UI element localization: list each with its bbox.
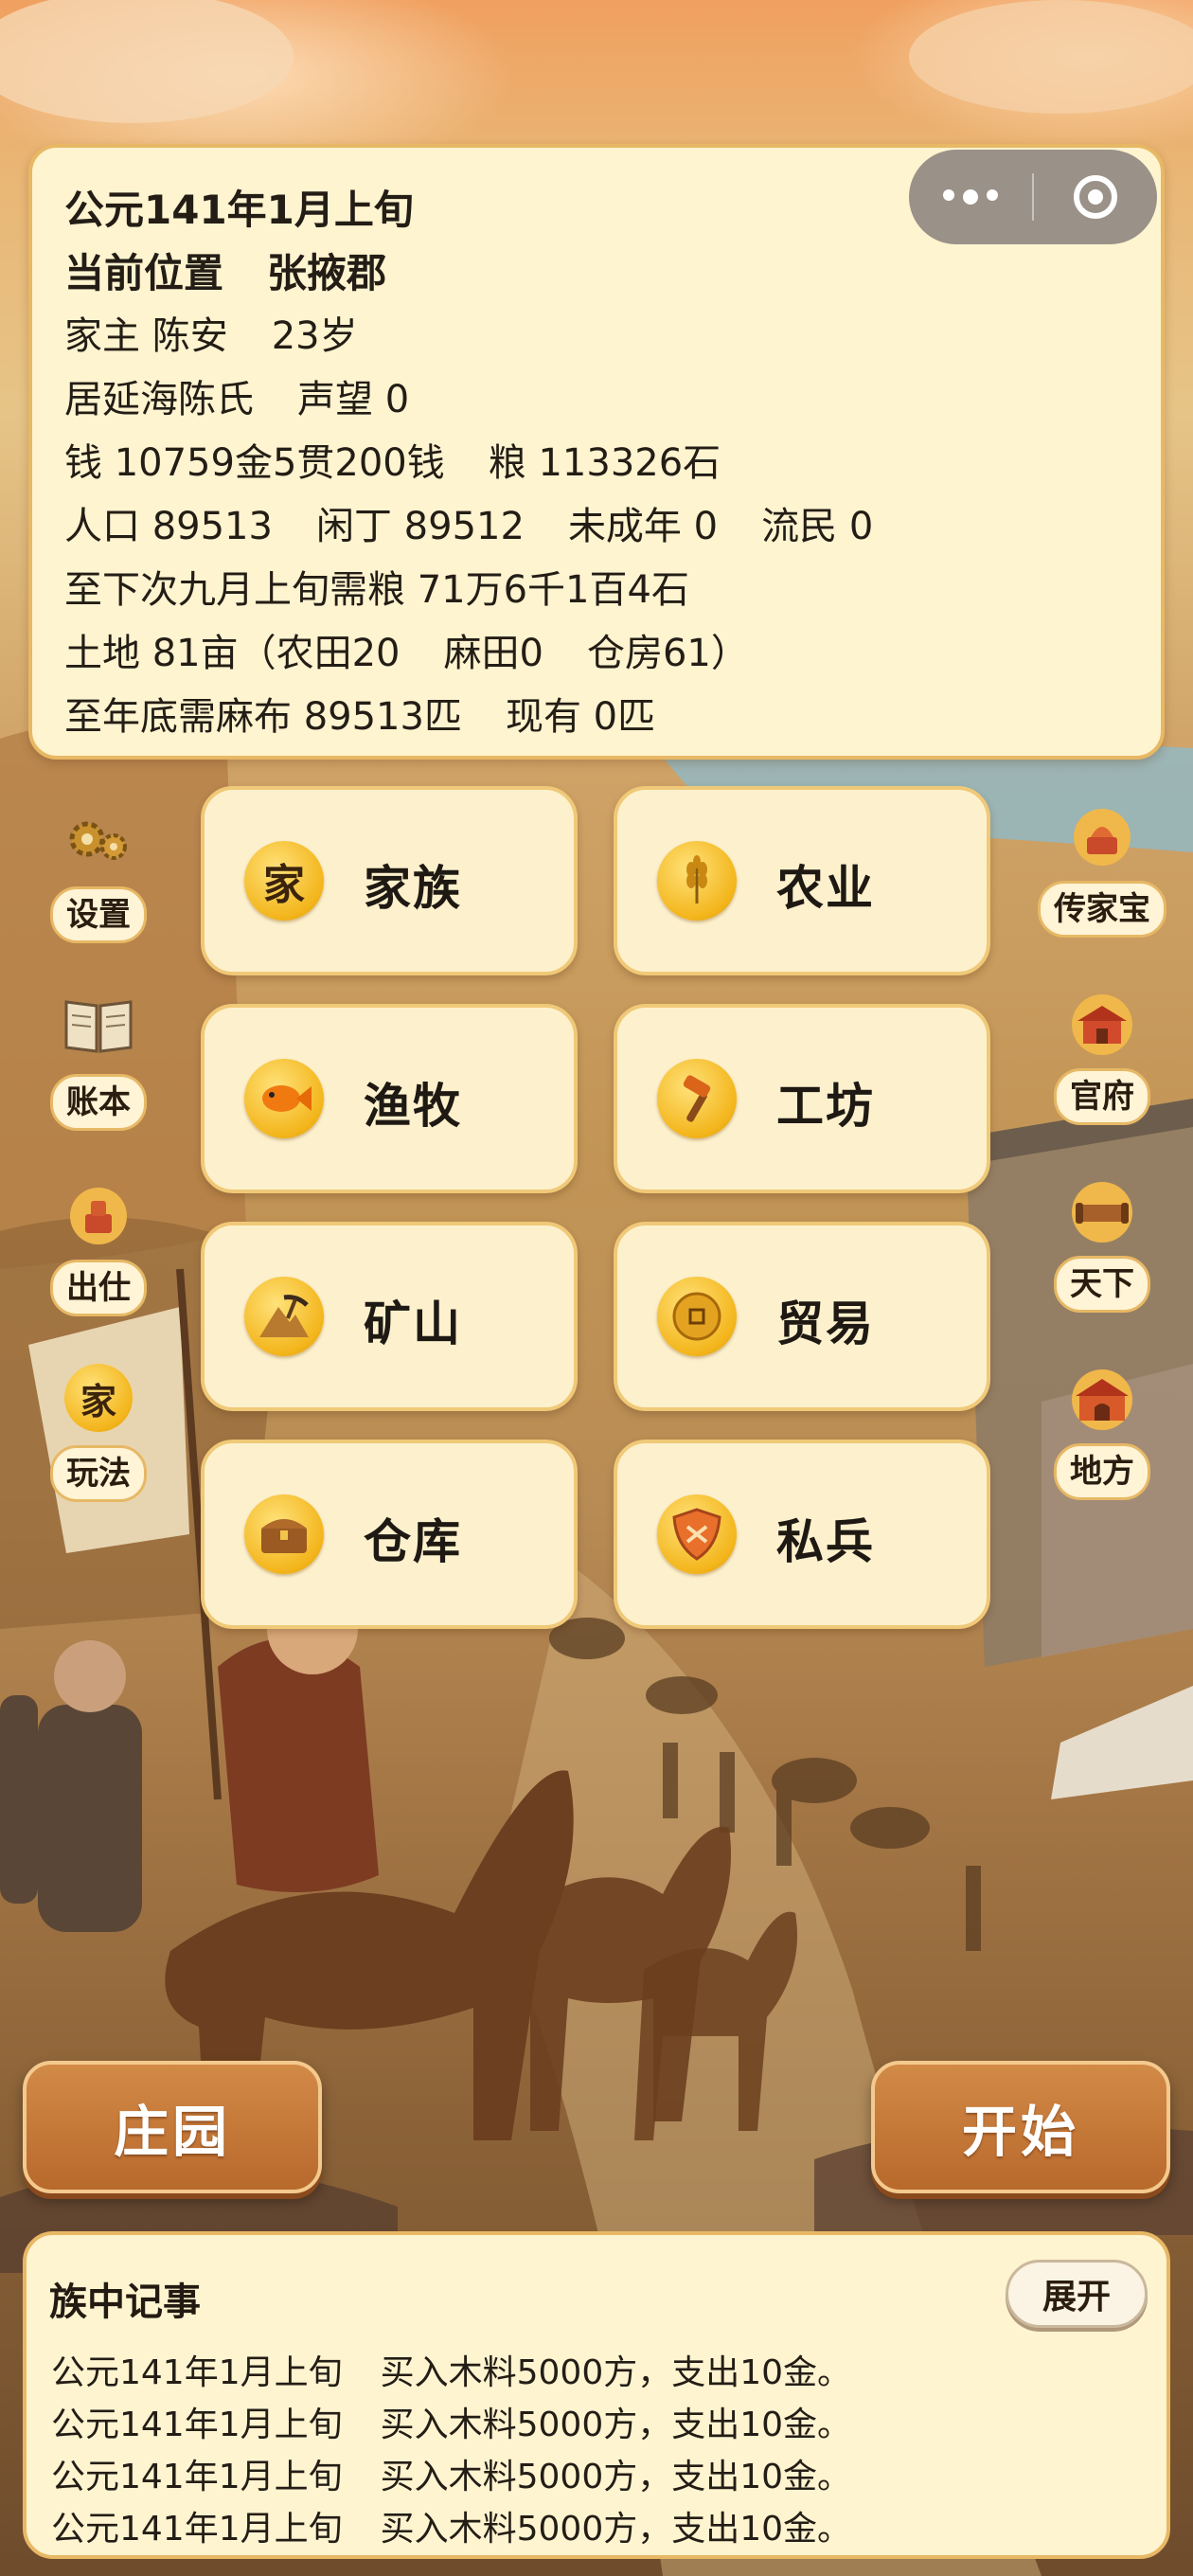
scroll-icon	[1064, 1174, 1140, 1250]
heirloom-button[interactable]: 传家宝	[1034, 799, 1170, 938]
settings-label: 设置	[50, 886, 147, 943]
hammer-icon	[657, 1059, 737, 1138]
log-entry: 公元141年1月上旬 买入木料5000方，支出10金。	[51, 2451, 1149, 2503]
land-row: 土地 81亩（农田20 麻田0 仓房61）	[64, 622, 1161, 686]
wheat-icon	[657, 841, 737, 921]
ledger-label: 账本	[50, 1074, 147, 1131]
gears-icon	[61, 805, 136, 881]
grain-need-row: 至下次九月上旬需粮 71万6千1百4石	[64, 568, 689, 612]
ledger-button[interactable]: 账本	[42, 993, 155, 1131]
hemp-field-value: 麻田0	[443, 632, 543, 675]
local-button[interactable]: 地方	[1034, 1362, 1170, 1500]
gameplay-label: 玩法	[50, 1445, 147, 1502]
cloth-have: 现有 0匹	[505, 695, 656, 739]
head-age: 23岁	[271, 314, 358, 358]
log-entry-date: 公元141年1月上旬	[51, 2458, 343, 2496]
location-value: 张掖郡	[267, 250, 387, 296]
family-badge-icon: 家	[61, 1364, 136, 1440]
trade-label: 贸易	[776, 1297, 875, 1351]
close-miniprogram-icon[interactable]	[1034, 175, 1157, 219]
warehouse-button[interactable]: 仓库	[201, 1440, 578, 1629]
family-button[interactable]: 家 家族	[201, 786, 578, 975]
family-label: 家族	[364, 861, 462, 916]
idle-value: 闲丁 89512	[315, 505, 525, 548]
take-office-label: 出仕	[50, 1260, 147, 1316]
workshop-label: 工坊	[776, 1079, 875, 1134]
clan-row: 居延海陈氏 声望 0	[64, 368, 1161, 432]
head-name: 陈安	[151, 314, 228, 358]
gameplay-button[interactable]: 家 玩法	[42, 1360, 155, 1502]
log-entry-text: 买入木料5000方，支出10金。	[380, 2458, 852, 2496]
workshop-button[interactable]: 工坊	[614, 1004, 990, 1193]
money-value: 钱 10759金5贯200钱	[64, 441, 445, 485]
log-entry: 公元141年1月上旬 买入木料5000方，支出10金。	[51, 2347, 1149, 2399]
population-value: 人口 89513	[64, 505, 273, 548]
city-gate-icon	[1064, 1362, 1140, 1438]
mine-label: 矿山	[364, 1297, 462, 1351]
log-entry-date: 公元141年1月上旬	[51, 2406, 343, 2444]
start-button[interactable]: 开始	[871, 2061, 1170, 2193]
shield-icon	[657, 1494, 737, 1574]
grain-value: 粮 113326石	[488, 441, 721, 485]
government-label: 官府	[1054, 1068, 1150, 1125]
coin-icon	[657, 1277, 737, 1356]
family-badge-char: 家	[64, 1364, 133, 1432]
take-office-button[interactable]: 出仕	[42, 1178, 155, 1316]
settings-button[interactable]: 设置	[42, 805, 155, 943]
prestige-value: 声望 0	[297, 378, 410, 421]
private-army-button[interactable]: 私兵	[614, 1440, 990, 1629]
resources-row: 钱 10759金5贯200钱粮 113326石	[64, 432, 1161, 495]
log-entry: 公元141年1月上旬 买入木料5000方，支出10金。	[51, 2503, 1149, 2546]
clan-log-panel: 族中记事 展开 公元141年1月上旬 买入木料5000方，支出10金。 公元141…	[23, 2231, 1170, 2559]
log-entry-date: 公元141年1月上旬	[51, 2510, 343, 2546]
location-label: 当前位置	[64, 250, 224, 296]
world-button[interactable]: 天下	[1034, 1174, 1170, 1313]
clan-name: 居延海陈氏	[64, 378, 254, 421]
log-entry: 公元141年1月上旬 买入木料5000方，支出10金。	[51, 2399, 1149, 2451]
private-army-label: 私兵	[776, 1514, 875, 1569]
cloth-need: 至年底需麻布 89513匹	[64, 695, 462, 739]
government-button[interactable]: 官府	[1034, 987, 1170, 1125]
family-head-row: 家主 陈安 23岁	[64, 305, 1161, 368]
land-value: 土地 81亩（农田20	[64, 632, 401, 675]
fishing-herding-label: 渔牧	[364, 1079, 462, 1134]
log-title: 族中记事	[49, 2281, 201, 2324]
current-location: 当前位置 张掖郡	[64, 242, 1161, 305]
heirloom-icon	[1064, 799, 1140, 875]
head-label: 家主	[64, 314, 140, 358]
fishing-herding-button[interactable]: 渔牧	[201, 1004, 578, 1193]
ledger-book-icon	[61, 993, 136, 1068]
log-entry-text: 买入木料5000方，支出10金。	[380, 2406, 852, 2444]
warehouse-label: 仓库	[364, 1514, 462, 1569]
estate-button[interactable]: 庄园	[23, 2061, 322, 2193]
minors-value: 未成年 0	[567, 505, 719, 548]
cloth-row: 至年底需麻布 89513匹 现有 0匹	[64, 686, 1161, 749]
mine-button[interactable]: 矿山	[201, 1222, 578, 1411]
fish-icon	[244, 1059, 324, 1138]
population-row: 人口 89513 闲丁 89512 未成年 0 流民 0	[64, 495, 1161, 559]
family-icon: 家	[244, 841, 324, 921]
heirloom-label: 传家宝	[1038, 881, 1166, 938]
refugees-value: 流民 0	[761, 505, 874, 548]
mountain-pickaxe-icon	[244, 1277, 324, 1356]
log-entry-text: 买入木料5000方，支出10金。	[380, 2510, 852, 2546]
warehouse-value: 仓房61）	[586, 632, 749, 675]
expand-button[interactable]: 展开	[1006, 2260, 1148, 2328]
chest-icon	[244, 1494, 324, 1574]
log-entry-text: 买入木料5000方，支出10金。	[380, 2353, 852, 2392]
official-seal-icon	[61, 1178, 136, 1254]
government-hall-icon	[1064, 987, 1140, 1063]
miniprogram-capsule	[909, 150, 1157, 244]
log-entry-date: 公元141年1月上旬	[51, 2353, 343, 2392]
local-label: 地方	[1054, 1443, 1150, 1500]
more-menu-icon[interactable]	[909, 189, 1032, 205]
agriculture-button[interactable]: 农业	[614, 786, 990, 975]
log-entries: 公元141年1月上旬 买入木料5000方，支出10金。 公元141年1月上旬 买入木…	[51, 2347, 1149, 2546]
trade-button[interactable]: 贸易	[614, 1222, 990, 1411]
agriculture-label: 农业	[776, 861, 875, 916]
world-label: 天下	[1054, 1256, 1150, 1313]
